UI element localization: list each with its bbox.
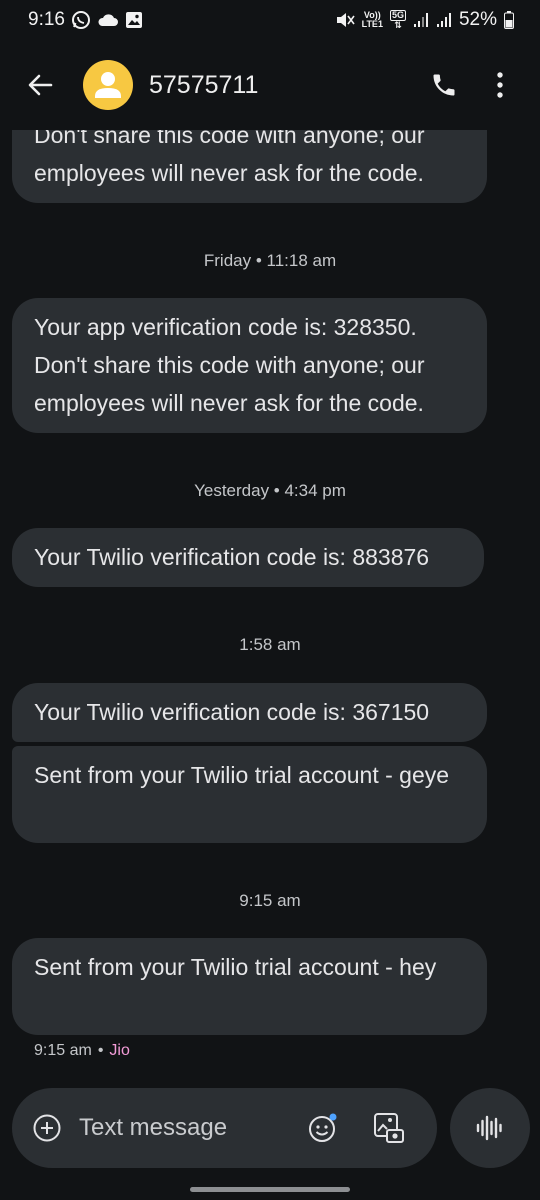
phone-icon (433, 74, 455, 96)
message-bubble[interactable]: Your Twilio verification code is: 367150 (12, 683, 487, 742)
message-bubble[interactable]: Sent from your Twilio trial account - ge… (12, 746, 487, 843)
back-arrow-icon (28, 74, 53, 96)
add-circle-icon (33, 1114, 61, 1142)
attach-button[interactable] (32, 1113, 62, 1143)
meta-separator: • (97, 1042, 104, 1059)
conversation-thread[interactable]: Don't share this code with anyone; our e… (0, 0, 540, 1200)
more-options-button[interactable] (472, 57, 528, 113)
voice-waveform-icon (476, 1115, 502, 1141)
message-text: Sent from your Twilio trial account - ge… (34, 762, 450, 788)
home-indicator[interactable] (190, 1187, 350, 1192)
message-text: Sent from your Twilio trial account - he… (34, 954, 437, 980)
message-bubble[interactable]: Your app verification code is: 328350. D… (12, 298, 487, 433)
message-meta: 9:15 am • Jio (34, 1042, 130, 1060)
message-bubble[interactable]: Sent from your Twilio trial account - he… (12, 938, 487, 1035)
date-separator: Friday • 11:18 am (203, 251, 337, 270)
app-bar: 57575711 (0, 40, 540, 130)
gallery-camera-icon (374, 1113, 404, 1143)
message-text: Your Twilio verification code is: 883876 (34, 544, 430, 570)
call-button[interactable] (416, 57, 472, 113)
avatar-person-icon (95, 72, 121, 98)
message-text: Don't share this code with anyone; our e… (34, 122, 425, 186)
message-input[interactable]: Text message (79, 1114, 301, 1142)
message-time: 9:15 am (34, 1042, 92, 1059)
more-vert-icon (497, 72, 503, 98)
message-bubble[interactable]: Your Twilio verification code is: 883876 (12, 528, 484, 587)
back-button[interactable] (10, 55, 70, 115)
compose-bar: Text message (12, 1088, 437, 1168)
emoji-icon (309, 1113, 337, 1142)
date-separator: 9:15 am (239, 891, 301, 910)
carrier-label: Jio (109, 1042, 130, 1059)
voice-message-button[interactable] (450, 1088, 530, 1168)
contact-name[interactable]: 57575711 (149, 71, 416, 100)
date-separator: 1:58 am (239, 635, 301, 654)
message-text: Your app verification code is: 328350. D… (34, 314, 425, 416)
contact-avatar[interactable] (83, 60, 133, 110)
date-separator: Yesterday • 4:34 pm (194, 481, 346, 500)
emoji-button[interactable] (301, 1106, 345, 1150)
message-text: Your Twilio verification code is: 367150 (34, 699, 430, 725)
gallery-button[interactable] (367, 1106, 411, 1150)
